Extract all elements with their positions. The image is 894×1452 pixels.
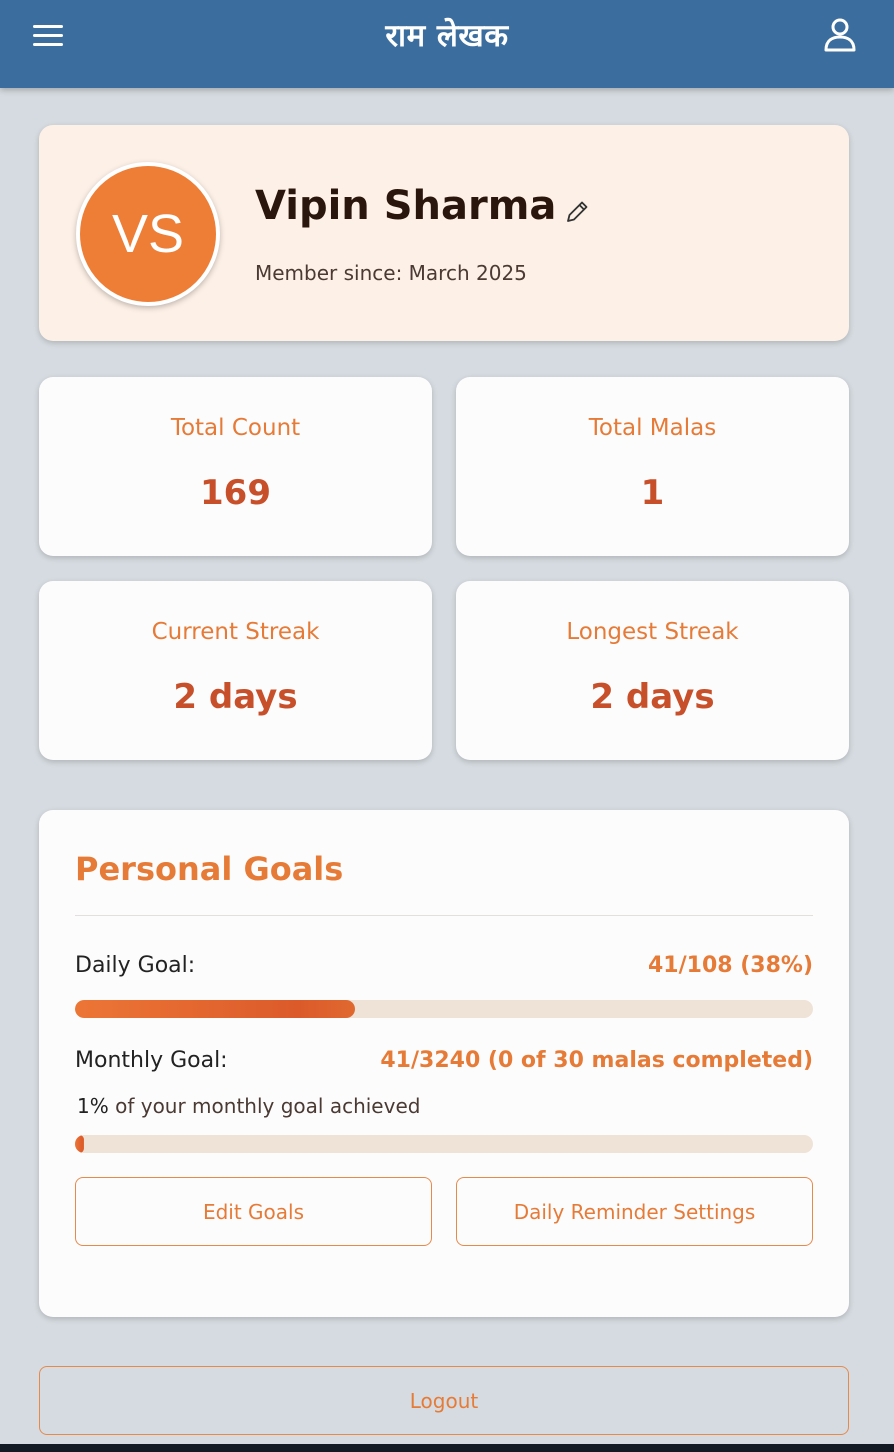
stat-card-total-count: Total Count 169 xyxy=(39,377,432,556)
edit-goals-button[interactable]: Edit Goals xyxy=(75,1177,432,1246)
app-bar: राम लेखक xyxy=(0,0,894,88)
monthly-goal-value: 41/3240 (0 of 30 malas completed) xyxy=(380,1048,813,1073)
member-since: Member since: March 2025 xyxy=(255,261,527,285)
personal-goals-card: Personal Goals Daily Goal: 41/108 (38%) … xyxy=(39,810,849,1317)
monthly-goal-progress-fill xyxy=(75,1135,84,1153)
stat-card-total-malas: Total Malas 1 xyxy=(456,377,849,556)
daily-goal-progress xyxy=(75,1000,813,1018)
daily-reminder-settings-button[interactable]: Daily Reminder Settings xyxy=(456,1177,813,1246)
daily-goal-value: 41/108 (38%) xyxy=(648,953,813,978)
stat-value: 2 days xyxy=(173,677,298,717)
stat-label: Longest Streak xyxy=(566,619,739,645)
stat-label: Current Streak xyxy=(151,619,320,645)
stat-card-current-streak: Current Streak 2 days xyxy=(39,581,432,760)
monthly-goal-note: 1% of your monthly goal achieved xyxy=(77,1094,420,1118)
monthly-goal-label: Monthly Goal: xyxy=(75,1048,228,1073)
stat-value: 169 xyxy=(200,473,271,513)
stat-label: Total Malas xyxy=(588,415,717,441)
stat-value: 1 xyxy=(640,473,665,513)
app-title: राम लेखक xyxy=(385,18,509,54)
daily-goal-label: Daily Goal: xyxy=(75,953,196,978)
stat-card-longest-streak: Longest Streak 2 days xyxy=(456,581,849,760)
profile-card: VS Vipin Sharma Member since: March 2025 xyxy=(39,125,849,341)
system-nav-bar xyxy=(0,1444,894,1452)
stat-label: Total Count xyxy=(170,415,301,441)
daily-goal-progress-fill xyxy=(75,1000,356,1018)
user-name: Vipin Sharma xyxy=(255,183,557,229)
avatar: VS xyxy=(76,162,220,306)
logout-button[interactable]: Logout xyxy=(39,1366,849,1435)
monthly-goal-percent: 1% xyxy=(77,1094,109,1118)
pencil-icon[interactable] xyxy=(562,197,592,227)
person-icon[interactable] xyxy=(818,14,862,58)
divider xyxy=(75,915,813,916)
goals-title: Personal Goals xyxy=(75,850,344,888)
monthly-goal-note-text: of your monthly goal achieved xyxy=(108,1094,421,1118)
stat-value: 2 days xyxy=(590,677,715,717)
monthly-goal-progress xyxy=(75,1135,813,1153)
